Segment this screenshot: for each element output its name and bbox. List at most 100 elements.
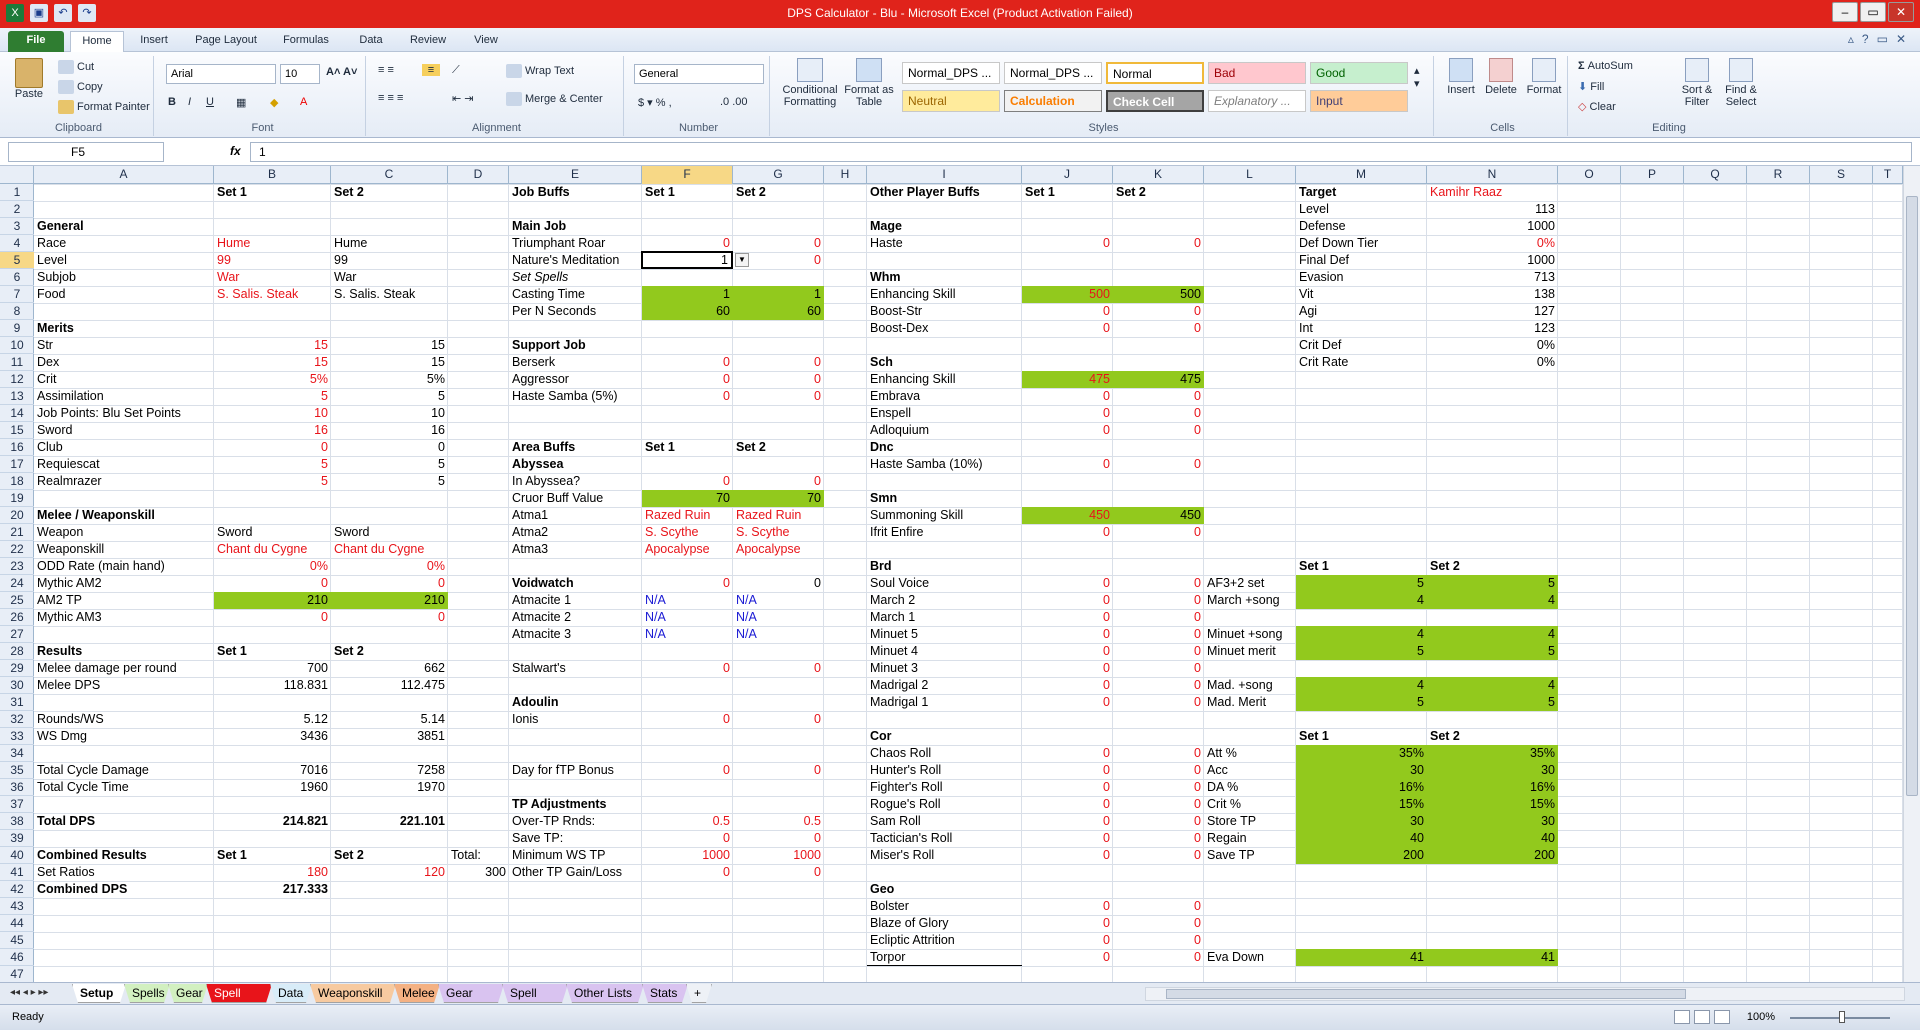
horizontal-scrollbar[interactable] bbox=[1145, 987, 1905, 1001]
cell-i25[interactable]: March 2 bbox=[867, 592, 918, 608]
column-header-o[interactable]: O bbox=[1558, 166, 1621, 184]
cell-n40[interactable]: 200 bbox=[1427, 847, 1558, 864]
cell-i31[interactable]: Madrigal 1 bbox=[867, 694, 931, 710]
cell-l28[interactable]: Minuet merit bbox=[1204, 643, 1279, 659]
cell-d40[interactable]: Total: bbox=[448, 847, 484, 863]
cell-a18[interactable]: Realmrazer bbox=[34, 473, 105, 489]
cell-j35[interactable]: 0 bbox=[1022, 762, 1113, 778]
cell-c25[interactable]: 210 bbox=[331, 592, 448, 609]
cell-b18[interactable]: 5 bbox=[214, 473, 331, 489]
column-header-p[interactable]: P bbox=[1621, 166, 1684, 184]
tab-data[interactable]: Data bbox=[352, 31, 390, 52]
cell-l25[interactable]: March +song bbox=[1204, 592, 1283, 608]
sheet-tab-weaponskill[interactable]: Weaponskill bbox=[310, 984, 396, 1003]
cell-j44[interactable]: 0 bbox=[1022, 915, 1113, 931]
cell-b30[interactable]: 118.831 bbox=[214, 677, 331, 693]
cell-i7[interactable]: Enhancing Skill bbox=[867, 286, 958, 302]
cell-a26[interactable]: Mythic AM3 bbox=[34, 609, 105, 625]
column-header-j[interactable]: J bbox=[1022, 166, 1113, 184]
cell-i35[interactable]: Hunter's Roll bbox=[867, 762, 944, 778]
cell-l39[interactable]: Regain bbox=[1204, 830, 1250, 846]
cell-i46[interactable]: Torpor bbox=[867, 949, 908, 965]
style-check-cell[interactable]: Check Cell bbox=[1106, 90, 1204, 112]
cell-g13[interactable]: 0 bbox=[733, 388, 824, 404]
cell-e7[interactable]: Casting Time bbox=[509, 286, 588, 302]
currency-icon[interactable]: $ ▾ % , bbox=[638, 96, 672, 109]
cell-n34[interactable]: 35% bbox=[1427, 745, 1558, 762]
cell-j9[interactable]: 0 bbox=[1022, 320, 1113, 336]
row-header-37[interactable]: 37 bbox=[0, 796, 34, 813]
column-header-k[interactable]: K bbox=[1113, 166, 1204, 184]
cell-i26[interactable]: March 1 bbox=[867, 609, 918, 625]
underline-icon[interactable]: U bbox=[206, 96, 214, 108]
bold-icon[interactable]: B bbox=[168, 96, 176, 108]
cell-a4[interactable]: Race bbox=[34, 235, 69, 251]
cell-e24[interactable]: Voidwatch bbox=[509, 575, 577, 591]
cell-a12[interactable]: Crit bbox=[34, 371, 59, 387]
cell-c13[interactable]: 5 bbox=[331, 388, 448, 404]
align-middle-icon[interactable]: ≡ bbox=[422, 64, 440, 76]
style-normal-dps-2[interactable]: Normal_DPS ... bbox=[1004, 62, 1102, 84]
cell-b12[interactable]: 5% bbox=[214, 371, 331, 387]
decimal-icon[interactable]: .0 .00 bbox=[720, 96, 748, 108]
cell-a11[interactable]: Dex bbox=[34, 354, 62, 370]
cell-k21[interactable]: 0 bbox=[1113, 524, 1204, 540]
cell-i12[interactable]: Enhancing Skill bbox=[867, 371, 958, 387]
cell-b6[interactable]: War bbox=[214, 269, 242, 285]
cell-a28[interactable]: Results bbox=[34, 643, 85, 659]
style-input[interactable]: Input bbox=[1310, 90, 1408, 112]
cell-l27[interactable]: Minuet +song bbox=[1204, 626, 1285, 642]
row-header-36[interactable]: 36 bbox=[0, 779, 34, 796]
cell-n38[interactable]: 30 bbox=[1427, 813, 1558, 830]
cell-c40[interactable]: Set 2 bbox=[331, 847, 367, 863]
cell-k17[interactable]: 0 bbox=[1113, 456, 1204, 472]
sheet-tab-spell-gear[interactable]: Spell Gear bbox=[206, 984, 272, 1003]
cell-c33[interactable]: 3851 bbox=[331, 728, 448, 744]
cell-g7[interactable]: 1 bbox=[733, 286, 824, 303]
paste-button[interactable]: Paste bbox=[12, 58, 46, 108]
cell-m36[interactable]: 16% bbox=[1296, 779, 1427, 796]
cell-e1[interactable]: Job Buffs bbox=[509, 184, 573, 200]
number-format-select[interactable]: General bbox=[634, 64, 764, 84]
cell-l34[interactable]: Att % bbox=[1204, 745, 1240, 761]
cell-k4[interactable]: 0 bbox=[1113, 235, 1204, 251]
cell-k43[interactable]: 0 bbox=[1113, 898, 1204, 914]
row-header-41[interactable]: 41 bbox=[0, 864, 34, 881]
cell-n11[interactable]: 0% bbox=[1427, 354, 1558, 370]
cell-f40[interactable]: 1000 bbox=[642, 847, 733, 863]
indent-icon[interactable]: ⇤ ⇥ bbox=[452, 92, 474, 105]
cell-b21[interactable]: Sword bbox=[214, 524, 255, 540]
cell-m40[interactable]: 200 bbox=[1296, 847, 1427, 864]
cell-a7[interactable]: Food bbox=[34, 286, 69, 302]
cell-i24[interactable]: Soul Voice bbox=[867, 575, 932, 591]
cell-j25[interactable]: 0 bbox=[1022, 592, 1113, 608]
format-as-table-button[interactable]: Format as Table bbox=[844, 58, 894, 108]
row-header-4[interactable]: 4 bbox=[0, 235, 34, 252]
cell-c7[interactable]: S. Salis. Steak bbox=[331, 286, 418, 302]
cell-g19[interactable]: 70 bbox=[733, 490, 824, 507]
cell-b14[interactable]: 10 bbox=[214, 405, 331, 421]
style-calculation[interactable]: Calculation bbox=[1004, 90, 1102, 112]
cell-l24[interactable]: AF3+2 set bbox=[1204, 575, 1267, 591]
style-good[interactable]: Good bbox=[1310, 62, 1408, 84]
cell-b11[interactable]: 15 bbox=[214, 354, 331, 370]
cell-l31[interactable]: Mad. Merit bbox=[1204, 694, 1269, 710]
row-header-42[interactable]: 42 bbox=[0, 881, 34, 898]
row-header-3[interactable]: 3 bbox=[0, 218, 34, 235]
cell-i9[interactable]: Boost-Dex bbox=[867, 320, 931, 336]
cell-j12[interactable]: 475 bbox=[1022, 371, 1113, 388]
cell-n2[interactable]: 113 bbox=[1427, 201, 1558, 217]
cell-i30[interactable]: Madrigal 2 bbox=[867, 677, 931, 693]
sheet-tab-melee[interactable]: Melee bbox=[394, 984, 440, 1003]
font-color-icon[interactable]: A bbox=[300, 96, 307, 108]
cell-n37[interactable]: 15% bbox=[1427, 796, 1558, 813]
font-name-select[interactable]: Arial bbox=[166, 64, 276, 84]
cell-b5[interactable]: 99 bbox=[214, 252, 234, 268]
column-header-a[interactable]: A bbox=[34, 166, 214, 184]
cell-l37[interactable]: Crit % bbox=[1204, 796, 1244, 812]
cell-f41[interactable]: 0 bbox=[642, 864, 733, 880]
merge-center-button[interactable]: Merge & Center bbox=[506, 92, 603, 106]
cell-j29[interactable]: 0 bbox=[1022, 660, 1113, 676]
cell-g38[interactable]: 0.5 bbox=[733, 813, 824, 829]
row-header-12[interactable]: 12 bbox=[0, 371, 34, 388]
